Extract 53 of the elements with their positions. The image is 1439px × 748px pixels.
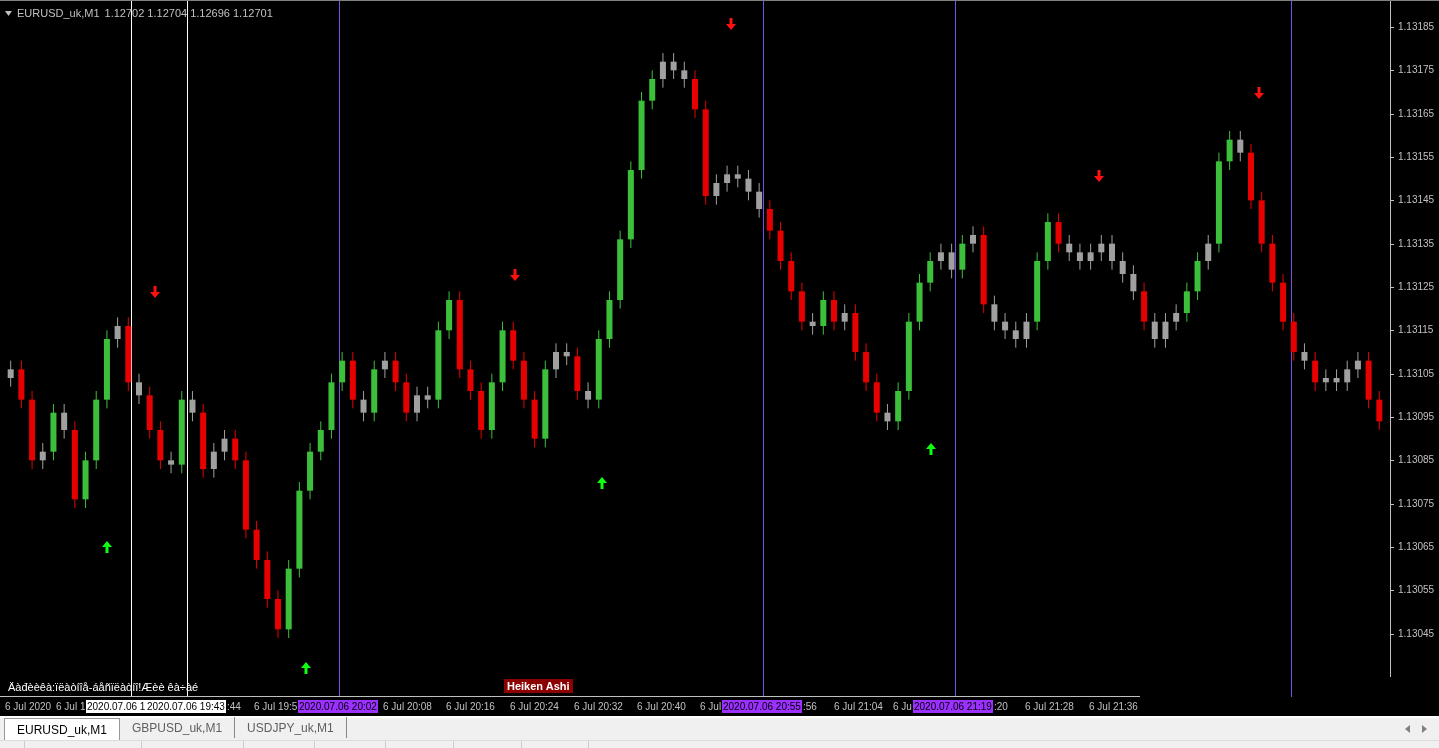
time-label: 6 Jul xyxy=(699,700,723,713)
time-label: 6 Jul 20:32 xyxy=(573,700,624,713)
time-label: 6 Ju xyxy=(892,700,913,713)
price-label: 1.13145 xyxy=(1398,194,1435,206)
chart-symbol: EURUSD_uk,M1 xyxy=(17,7,100,19)
time-label: 6 Jul 20:40 xyxy=(636,700,687,713)
down-arrow-icon xyxy=(150,286,160,298)
price-label: 1.13155 xyxy=(1398,151,1435,162)
time-label: 6 Jul 21:36 xyxy=(1088,700,1139,713)
scroll-right-icon[interactable] xyxy=(1422,725,1427,733)
up-arrow-icon xyxy=(301,662,311,674)
price-label: 1.13065 xyxy=(1398,541,1435,552)
indicator-label: Heiken Ashi xyxy=(504,679,573,693)
time-label: 6 Jul 21:04 xyxy=(833,700,884,713)
price-label: 1.13055 xyxy=(1398,584,1435,596)
price-label: 1.13125 xyxy=(1398,281,1435,292)
up-arrow-icon xyxy=(597,477,607,489)
time-label: :56 xyxy=(802,700,818,713)
price-label: 1.13165 xyxy=(1398,107,1435,119)
time-label: 6 Jul 2020 xyxy=(4,700,53,713)
price-label: 1.13045 xyxy=(1398,627,1435,639)
down-arrow-icon xyxy=(510,269,520,281)
price-label: 1.13135 xyxy=(1398,237,1435,249)
chart-tab[interactable]: USDJPY_uk,M1 xyxy=(235,717,347,738)
dropdown-triangle-icon[interactable] xyxy=(5,10,12,16)
up-arrow-icon xyxy=(926,443,936,455)
time-label: 6 Jul 19:5 xyxy=(253,700,299,713)
marker-time-label: 2020.07.06 20:55 xyxy=(722,700,802,713)
time-label: 6 Jul 20:08 xyxy=(382,700,433,713)
up-arrow-icon xyxy=(102,541,112,553)
time-label: :20 xyxy=(993,700,1009,713)
price-label: 1.13115 xyxy=(1398,324,1434,336)
down-arrow-icon xyxy=(1094,170,1104,182)
price-label: 1.13075 xyxy=(1398,497,1435,509)
price-label: 1.13105 xyxy=(1398,367,1435,379)
scroll-left-icon[interactable] xyxy=(1405,725,1410,733)
price-label: 1.13185 xyxy=(1398,21,1435,32)
price-label: 1.13085 xyxy=(1398,454,1435,466)
marker-time-label: 2020.07.06 21:19 xyxy=(913,700,993,713)
cursor-time-label: 2020.07.06 1 xyxy=(86,700,147,713)
time-label: 6 Jul 20:16 xyxy=(445,700,496,713)
chart-tab[interactable]: EURUSD_uk,M1 xyxy=(4,718,121,740)
marker-time-label: 2020.07.06 20:02 xyxy=(298,700,378,713)
time-label: 6 Jul 21:28 xyxy=(1024,700,1075,713)
chart-tab[interactable]: GBPUSD_uk,M1 xyxy=(120,717,236,738)
time-label: 6 Jul 20:24 xyxy=(509,700,560,713)
price-label: 1.13175 xyxy=(1398,64,1435,76)
time-label: :44 xyxy=(226,700,242,713)
cursor-time-label: 2020.07.06 19:43 xyxy=(146,700,226,713)
price-label: 1.13095 xyxy=(1398,411,1435,422)
down-arrow-icon xyxy=(1254,87,1264,99)
down-arrow-icon xyxy=(726,18,736,30)
time-label: 6 Jul 1 xyxy=(55,700,87,713)
